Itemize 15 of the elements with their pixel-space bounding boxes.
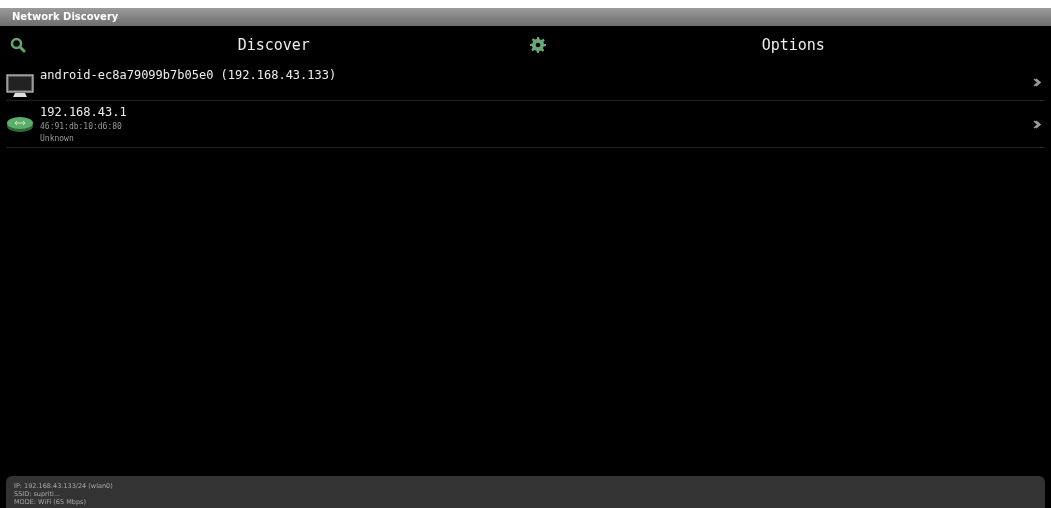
- host-name: 192.168.43.1: [40, 104, 128, 121]
- host-detail: Unknown: [40, 133, 75, 145]
- host-row[interactable]: 192.168.43.1 46:91:db:10:d6:80 Unknown: [6, 101, 1045, 148]
- chevron-icon: [1033, 119, 1041, 129]
- host-detail: 46:91:db:10:d6:80: [40, 121, 123, 133]
- monitor-icon: [6, 74, 34, 98]
- host-row[interactable]: android-ec8a79099b7b05e0 (192.168.43.133): [6, 64, 1045, 101]
- options-button[interactable]: Options: [525, 26, 1045, 64]
- chevron-icon: [1033, 77, 1041, 87]
- router-icon: [6, 114, 34, 134]
- host-name: android-ec8a79099b7b05e0 (192.168.43.133): [40, 67, 338, 84]
- search-icon: [10, 37, 26, 53]
- window-title: Network Discovery: [0, 8, 1051, 26]
- discover-button[interactable]: Discover: [6, 26, 526, 64]
- settings-icon: [529, 37, 546, 53]
